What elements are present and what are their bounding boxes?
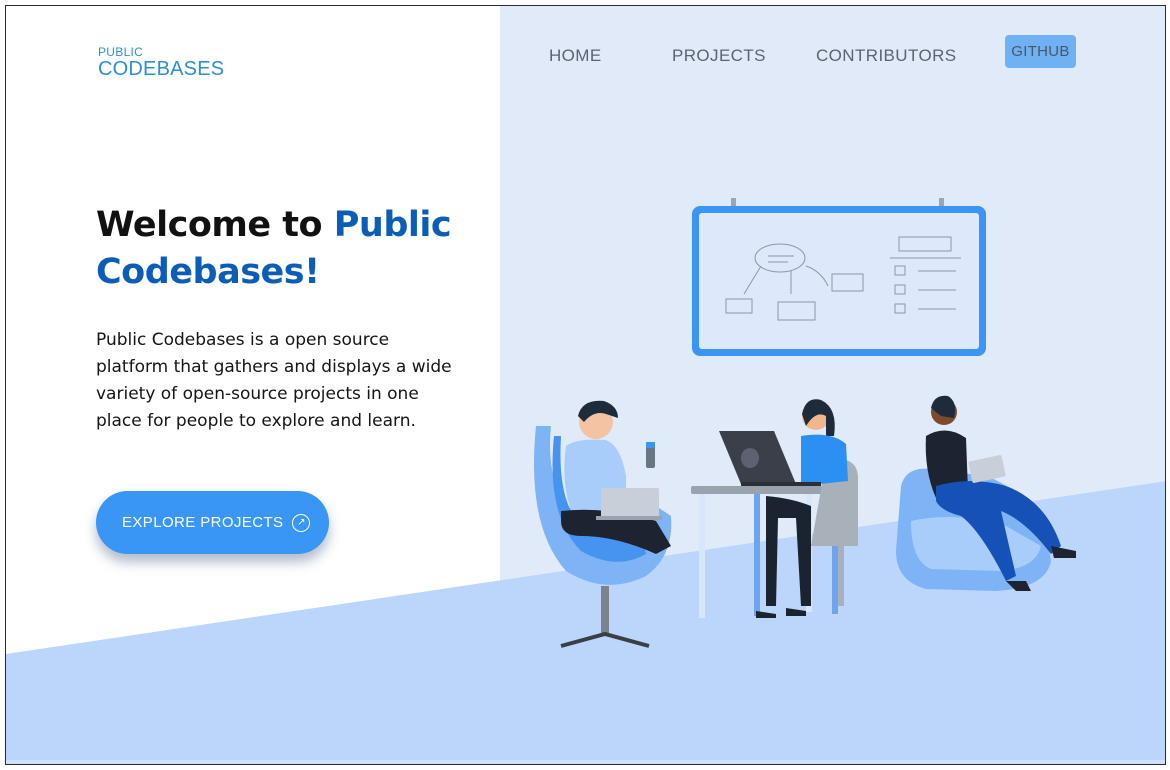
whiteboard <box>692 198 986 356</box>
person-in-egg-chair <box>534 400 672 648</box>
person-at-desk <box>691 399 858 618</box>
team-collaboration-illustration <box>534 198 1076 648</box>
person-on-bean-chair <box>896 395 1076 591</box>
page-frame: PUBLIC CODEBASES HOME PROJECTS CONTRIBUT… <box>5 5 1166 765</box>
